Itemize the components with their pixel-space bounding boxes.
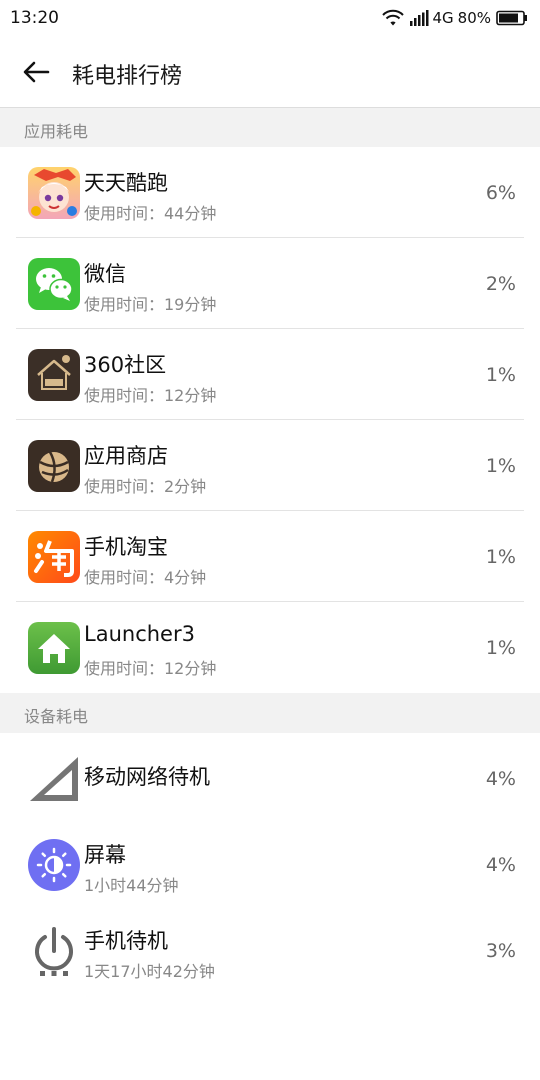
wechat-icon [28, 258, 80, 310]
usage-percent: 1% [485, 637, 516, 659]
usage-percent: 1% [485, 455, 516, 477]
app-usage-list: 天天酷跑 使用时间：44分钟 6% 微信 使用时间：19分钟 2% 360社区 … [0, 147, 540, 693]
list-item[interactable]: 移动网络待机 4% [0, 733, 540, 819]
usage-percent: 1% [485, 364, 516, 386]
device-usage-list: 移动网络待机 4% 屏幕 1小时44分钟 4% 手机待机 1天17小时42分钟 … [0, 733, 540, 991]
app-store-icon [28, 440, 80, 492]
usage-percent: 2% [485, 273, 516, 295]
usage-time: 使用时间：12分钟 [84, 386, 217, 405]
list-item[interactable]: 应用商店 使用时间：2分钟 1% [0, 420, 540, 511]
taobao-icon [28, 531, 80, 583]
network-type: 4G [432, 9, 454, 27]
list-item[interactable]: 手机淘宝 使用时间：4分钟 1% [0, 511, 540, 602]
list-item[interactable]: Launcher3 使用时间：12分钟 1% [0, 602, 540, 693]
wifi-icon [382, 9, 405, 26]
app-name: 应用商店 [84, 444, 168, 468]
list-item[interactable]: 天天酷跑 使用时间：44分钟 6% [0, 147, 540, 238]
status-time: 13:20 [10, 8, 59, 28]
usage-time: 使用时间：4分钟 [84, 568, 207, 587]
cell-signal-icon [28, 753, 80, 805]
back-arrow-icon [23, 61, 50, 83]
usage-time: 使用时间：12分钟 [84, 659, 217, 678]
usage-time: 使用时间：44分钟 [84, 204, 217, 223]
usage-percent: 6% [485, 182, 516, 204]
app-name: 天天酷跑 [84, 171, 168, 195]
power-standby-icon [28, 925, 80, 977]
list-item[interactable]: 360社区 使用时间：12分钟 1% [0, 329, 540, 420]
back-button[interactable] [16, 54, 56, 90]
section-header-device: 设备耗电 [0, 693, 540, 733]
section-title: 应用耗电 [24, 122, 89, 141]
brightness-icon [28, 839, 80, 891]
usage-time: 1小时44分钟 [84, 876, 179, 895]
usage-time: 使用时间：19分钟 [84, 295, 217, 314]
section-title: 设备耗电 [24, 707, 89, 726]
section-header-apps: 应用耗电 [0, 107, 540, 147]
app-name: 手机淘宝 [84, 535, 168, 559]
battery-icon [496, 10, 527, 26]
usage-percent: 4% [485, 854, 516, 876]
status-indicators: 4G 80% [381, 8, 528, 28]
status-bar: 13:20 4G 80% [0, 0, 540, 36]
usage-percent: 3% [485, 940, 516, 962]
usage-time: 1天17小时42分钟 [84, 962, 215, 981]
360-community-icon [28, 349, 80, 401]
launcher-home-icon [28, 622, 80, 674]
app-name: 360社区 [84, 353, 167, 377]
tiantian-kupao-icon [28, 167, 80, 219]
page-title: 耗电排行榜 [72, 64, 183, 89]
app-name: Launcher3 [84, 622, 195, 646]
signal-icon [410, 10, 429, 26]
device-name: 屏幕 [84, 843, 126, 867]
toolbar: 耗电排行榜 [0, 36, 540, 108]
usage-percent: 4% [485, 768, 516, 790]
device-name: 手机待机 [84, 929, 168, 953]
app-name: 微信 [84, 262, 126, 286]
list-item[interactable]: 手机待机 1天17小时42分钟 3% [0, 905, 540, 991]
list-item[interactable]: 微信 使用时间：19分钟 2% [0, 238, 540, 329]
battery-percent: 80% [457, 9, 491, 27]
usage-time: 使用时间：2分钟 [84, 477, 207, 496]
device-name: 移动网络待机 [84, 765, 210, 789]
usage-percent: 1% [485, 546, 516, 568]
list-item[interactable]: 屏幕 1小时44分钟 4% [0, 819, 540, 905]
